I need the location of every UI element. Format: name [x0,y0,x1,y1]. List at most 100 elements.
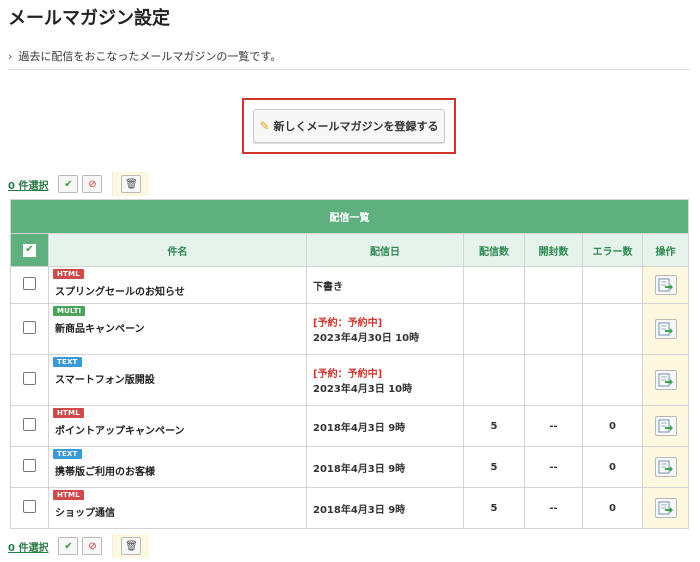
row-action-button[interactable] [654,319,677,339]
selection-tools: ✔ ⊘ [54,172,107,196]
row-checkbox-cell [10,446,49,488]
format-badge: HTML [53,269,84,279]
select-all-button[interactable]: ✔ [58,537,79,555]
check-icon: ✔ [64,178,73,190]
error-count [582,354,643,406]
date-cell: 下書き [306,266,464,304]
action-cell [642,487,689,529]
table-row: TEXT スマートフォン版開設 [予約：予約中] 2023年4月3日 10時 [10,354,689,406]
trash-icon: 🗑 [125,178,138,190]
delivery-table: 配信一覧 ✔ 件名 配信日 配信数 開封数 エラー数 操作 HTML スプリングセ… [10,199,689,529]
sent-count: 5 [463,446,525,488]
action-cell [642,303,689,355]
sent-count: 5 [463,405,525,447]
action-cell [642,354,689,406]
sent-count: 5 [463,487,525,529]
header-sent: 配信数 [463,233,525,267]
subject-text: スプリングセールのお知らせ [55,287,185,298]
subject-cell: HTML ポイントアップキャンペーン [48,405,307,447]
export-arrow-icon [658,278,673,292]
row-checkbox[interactable] [23,459,36,472]
row-action-button[interactable] [654,275,677,295]
deselect-all-button[interactable]: ⊘ [82,175,103,193]
sent-count [463,303,525,355]
opened-count: -- [524,446,583,488]
format-badge: MULTI [53,306,86,316]
row-checkbox[interactable] [23,277,36,290]
subject-text: 携帯版ご利用のお客様 [55,467,155,478]
row-action-button[interactable] [654,370,677,390]
subject-text: ショップ通信 [55,508,115,519]
opened-count [524,266,583,304]
subject-text: ポイントアップキャンペーン [55,426,185,437]
deselect-all-button[interactable]: ⊘ [82,537,103,555]
chevron-right-icon: › [8,50,13,63]
error-count: 0 [582,405,643,447]
header-opened: 開封数 [524,233,583,267]
opened-count [524,354,583,406]
date-cell: 2018年4月3日 9時 [306,446,464,488]
subject-cell: TEXT 携帯版ご利用のお客様 [48,446,307,488]
table-row: HTML ショップ通信 2018年4月3日 9時 5 -- 0 [10,487,689,529]
row-checkbox-cell [10,303,49,355]
ban-icon: ⊘ [88,540,97,552]
format-badge: HTML [53,490,84,500]
sent-count [463,354,525,406]
table-row: MULTI 新商品キャンペーン [予約：予約中] 2023年4月30日 10時 [10,303,689,355]
selected-count-link[interactable]: 0 件選択 [8,177,48,192]
add-button-highlight: ✎ 新しくメールマガジンを登録する [242,98,456,154]
row-checkbox[interactable] [23,418,36,431]
opened-count: -- [524,405,583,447]
bulk-action-bar-top: 0 件選択 ✔ ⊘ 🗑 [8,172,150,196]
format-badge: TEXT [53,449,82,459]
row-checkbox-cell [10,266,49,304]
selection-tools: ✔ ⊘ [54,534,107,558]
row-action-button[interactable] [654,416,677,436]
page-description: › 過去に配信をおこなったメールマガジンの一覧です。 [8,48,690,70]
delivery-date: 2018年4月3日 9時 [313,422,406,434]
row-checkbox[interactable] [23,321,36,334]
opened-count: -- [524,487,583,529]
reservation-status: [予約：予約中] [313,369,383,380]
table-caption: 配信一覧 [10,199,689,234]
format-badge: HTML [53,408,84,418]
check-icon: ✔ [23,243,36,257]
select-all-header[interactable]: ✔ [10,233,49,267]
error-count [582,266,643,304]
row-action-button[interactable] [654,498,677,518]
format-badge: TEXT [53,357,82,367]
subject-cell: TEXT スマートフォン版開設 [48,354,307,406]
error-count: 0 [582,446,643,488]
subject-cell: HTML スプリングセールのお知らせ [48,266,307,304]
row-checkbox-cell [10,405,49,447]
delivery-date: 2023年4月30日 10時 [313,333,420,344]
select-all-button[interactable]: ✔ [58,175,79,193]
selected-count-link[interactable]: 0 件選択 [8,539,48,554]
row-checkbox[interactable] [23,500,36,513]
table-row: HTML スプリングセールのお知らせ 下書き [10,266,689,304]
delete-selected-button[interactable]: 🗑 [121,175,142,193]
pencil-icon: ✎ [259,119,270,133]
header-date: 配信日 [306,233,464,267]
row-action-button[interactable] [654,457,677,477]
delete-selected-button[interactable]: 🗑 [121,537,142,555]
row-checkbox-cell [10,354,49,406]
subject-cell: MULTI 新商品キャンペーン [48,303,307,355]
subject-text: 新商品キャンペーン [55,324,145,335]
bulk-action-bar-bottom: 0 件選択 ✔ ⊘ 🗑 [8,534,150,558]
row-checkbox[interactable] [23,372,36,385]
error-count: 0 [582,487,643,529]
add-mail-magazine-button[interactable]: ✎ 新しくメールマガジンを登録する [253,109,445,143]
header-errors: エラー数 [582,233,643,267]
add-button-label: 新しくメールマガジンを登録する [273,120,439,133]
export-arrow-icon [658,373,673,387]
delete-tools: 🗑 [112,534,150,558]
sent-count [463,266,525,304]
action-cell [642,405,689,447]
delivery-date: 2018年4月3日 9時 [313,463,406,475]
date-cell: 2018年4月3日 9時 [306,405,464,447]
delivery-date: 2018年4月3日 9時 [313,504,406,516]
date-cell: [予約：予約中] 2023年4月3日 10時 [306,354,464,406]
date-cell: [予約：予約中] 2023年4月30日 10時 [306,303,464,355]
page-title: メールマガジン設定 [8,8,170,29]
